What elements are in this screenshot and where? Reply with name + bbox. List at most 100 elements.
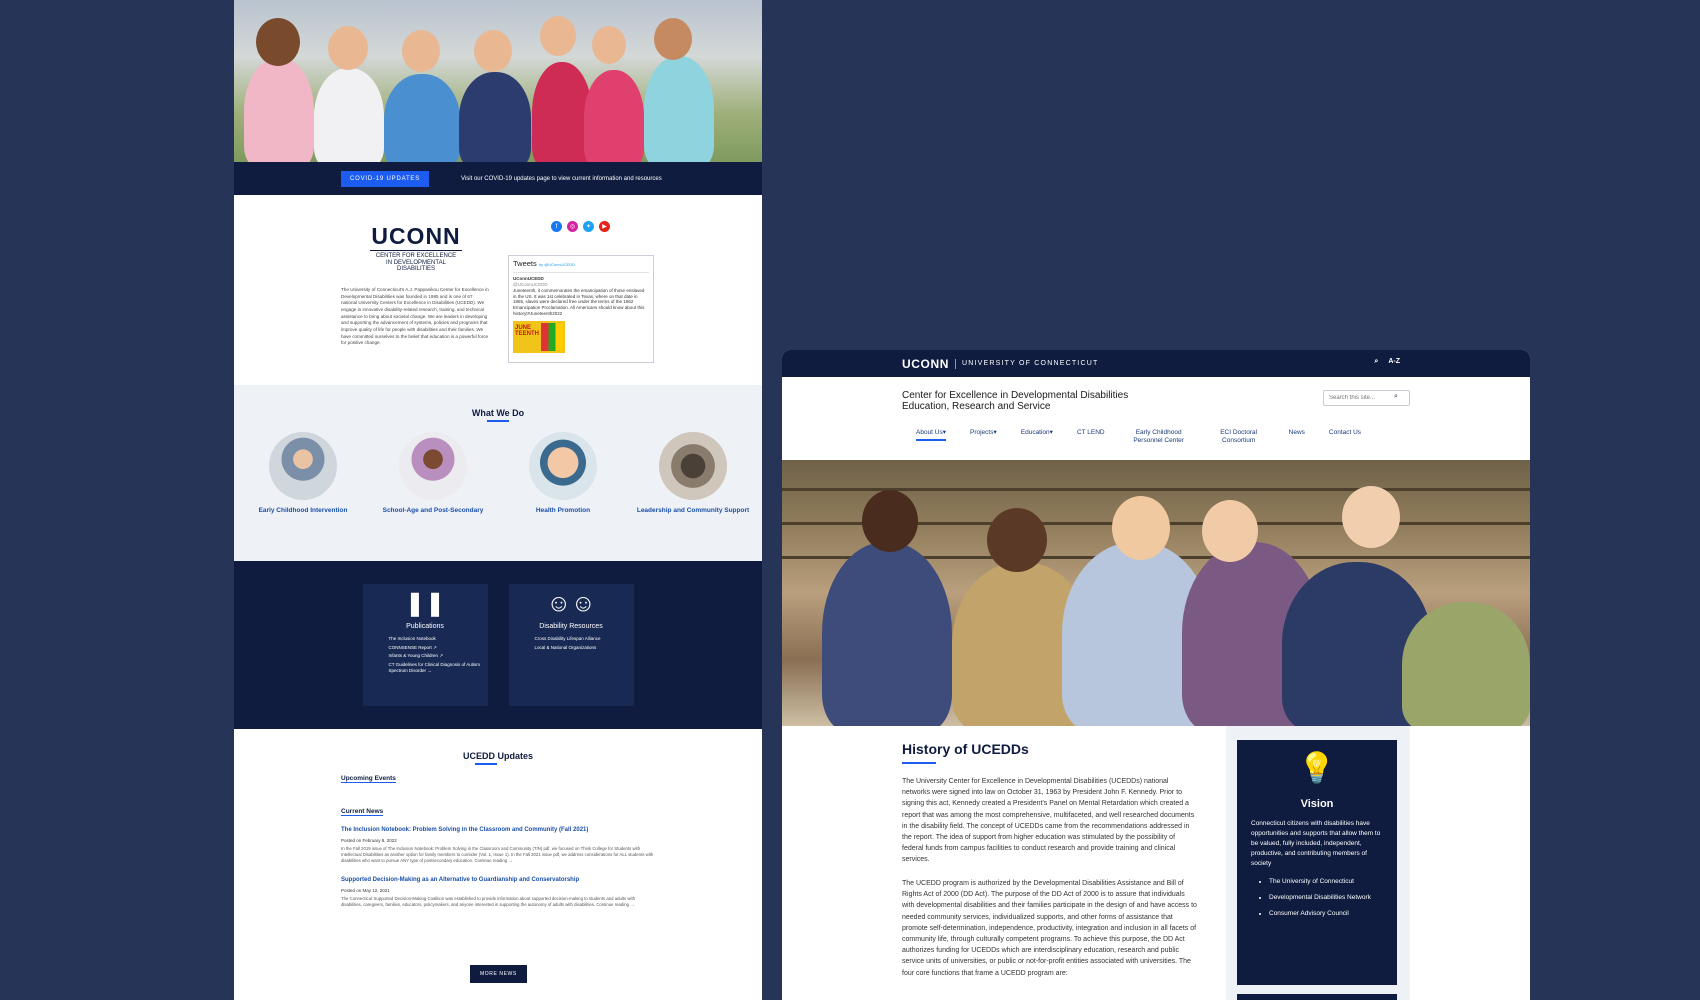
- resources-section: ❚❚ Publications The Inclusion Notebook C…: [234, 561, 762, 729]
- social-links: f ◎ ✦ ▶: [551, 221, 610, 232]
- lightbulb-icon: 💡: [1298, 752, 1336, 785]
- intro-section: UCONN CENTER FOR EXCELLENCE IN DEVELOPME…: [234, 195, 762, 385]
- site-title-line: Center for Excellence in Developmental D…: [902, 390, 1129, 401]
- twitter-feed[interactable]: Tweets by @UConnUCEDD UConnUCEDD @UConnU…: [508, 255, 654, 363]
- news-title-link[interactable]: Supported Decision-Making as an Alternat…: [341, 877, 656, 883]
- nav-news[interactable]: News: [1289, 429, 1305, 437]
- current-news-heading: Current News: [341, 808, 384, 816]
- youtube-icon[interactable]: ▶: [599, 221, 610, 232]
- search-icon[interactable]: ⌕: [1394, 393, 1398, 401]
- page-title: History of UCEDDs: [902, 741, 1029, 757]
- instagram-icon[interactable]: ◎: [567, 221, 578, 232]
- section-title: UCEDD Updates: [462, 751, 533, 761]
- nav-contact-us[interactable]: Contact Us: [1329, 429, 1361, 437]
- title-underline: [902, 762, 936, 764]
- hero-image-children: [234, 0, 762, 162]
- area-label: School-Age and Post-Secondary: [382, 507, 484, 514]
- history-paragraph: The UCEDD program is authorized by the D…: [902, 880, 1197, 977]
- logo-subtitle-line: CENTER FOR EXCELLENCE: [375, 253, 457, 259]
- area-label: Early Childhood Intervention: [258, 507, 348, 514]
- tweet-image: JUNE TEENTH: [513, 320, 565, 353]
- title-underline: [487, 420, 509, 422]
- area-label: Leadership and Community Support: [636, 507, 750, 514]
- main-content: History of UCEDDs The University Center …: [782, 726, 1530, 1000]
- area-photo: [269, 432, 337, 500]
- vision-card: 💡 Vision Connecticut citizens with disab…: [1237, 740, 1397, 985]
- tweets-title: Tweets by @UConnUCEDD: [513, 259, 575, 268]
- area-photo: [529, 432, 597, 500]
- sidebar-card: [1237, 994, 1397, 1000]
- hero-image-library-children: [782, 460, 1530, 726]
- logo-subtitle-line: IN DEVELOPMENTAL: [386, 259, 446, 266]
- area-health-promotion[interactable]: Health Promotion: [501, 432, 626, 515]
- history-paragraph: The University Center for Excellence in …: [902, 778, 1195, 864]
- area-school-age[interactable]: School-Age and Post-Secondary: [371, 432, 496, 515]
- uconn-topbar: UCONN UNIVERSITY OF CONNECTICUT ⌕ A-Z: [782, 350, 1530, 377]
- vision-text: Connecticut citizens with disabilities h…: [1251, 820, 1381, 868]
- updates-section: UCEDD Updates Upcoming Events Current Ne…: [234, 729, 762, 983]
- logo-subtitle: CENTER FOR EXCELLENCE IN DEVELOPMENTAL D…: [370, 250, 462, 273]
- vision-title: Vision: [1300, 798, 1334, 810]
- logo-wordmark: UCONN: [371, 223, 461, 249]
- twitter-icon[interactable]: ✦: [583, 221, 594, 232]
- news-date: Posted on February 8, 2022: [341, 838, 397, 843]
- area-label: Health Promotion: [535, 507, 591, 514]
- disability-resources-card: ☺☺ Disability Resources Cross Disability…: [508, 584, 634, 706]
- resource-link[interactable]: Local & National Organizations: [535, 645, 634, 652]
- nav-about-us[interactable]: About Us▾: [916, 429, 946, 441]
- card-title: Disability Resources: [539, 623, 603, 630]
- search-icon[interactable]: ⌕: [1374, 358, 1378, 366]
- main-nav: About Us▾ Projects▾ Education▾ CT LEND E…: [782, 429, 1530, 460]
- tweet: UConnUCEDD @UConnUCEDD Juneteenth, it co…: [513, 272, 649, 353]
- site-title[interactable]: Center for Excellence in Developmental D…: [902, 390, 1128, 412]
- publication-link[interactable]: Infants & Young Children ↗: [389, 653, 488, 660]
- area-photo: [659, 432, 727, 500]
- site-title-line: Education, Research and Service: [902, 401, 1051, 412]
- site-header: Center for Excellence in Developmental D…: [782, 377, 1530, 429]
- news-excerpt: The Connecticut Supported Decision-Makin…: [341, 895, 636, 907]
- vision-list-item: Consumer Advisory Council: [1269, 909, 1383, 919]
- logo-subtitle-line: DISABILITIES: [396, 266, 435, 273]
- nav-projects[interactable]: Projects▾: [970, 429, 997, 437]
- uconn-cedd-logo[interactable]: UCONN CENTER FOR EXCELLENCE IN DEVELOPME…: [370, 225, 462, 273]
- area-photo: [399, 432, 467, 500]
- area-early-childhood[interactable]: Early Childhood Intervention: [241, 432, 366, 515]
- area-leadership[interactable]: Leadership and Community Support: [631, 432, 756, 515]
- publication-link[interactable]: CONNSENSE Report ↗: [389, 645, 488, 652]
- uconn-wordmark[interactable]: UCONN: [902, 357, 949, 371]
- nav-ct-lend[interactable]: CT LEND: [1077, 429, 1105, 437]
- people-icon: ☺☺: [546, 590, 596, 617]
- news-date: Posted on May 12, 2021: [341, 887, 390, 893]
- about-page-screenshot: UCONN UNIVERSITY OF CONNECTICUT ⌕ A-Z Ce…: [782, 350, 1530, 1000]
- tweet-image-text: JUNE TEENTH: [515, 324, 539, 337]
- covid-banner-text: Visit our COVID-19 updates page to view …: [461, 175, 662, 182]
- card-title: Publications: [406, 623, 444, 630]
- vision-list-item: The University of Connecticut: [1269, 877, 1383, 887]
- section-title: What We Do: [471, 408, 525, 418]
- news-title-link[interactable]: The Inclusion Notebook: Problem Solving …: [341, 827, 656, 833]
- divider: [955, 358, 956, 369]
- tweets-by: by @UConnUCEDD: [538, 262, 575, 267]
- covid-banner: COVID-19 UPDATES Visit our COVID-19 upda…: [234, 162, 762, 195]
- nav-early-childhood[interactable]: Early Childhood Personnel Center: [1129, 429, 1189, 445]
- university-name[interactable]: UNIVERSITY OF CONNECTICUT: [962, 360, 1098, 367]
- nav-education[interactable]: Education▾: [1021, 429, 1053, 437]
- homepage-screenshot: COVID-19 UPDATES Visit our COVID-19 upda…: [234, 0, 762, 1000]
- resource-link[interactable]: Cross Disability Lifespan Alliance: [535, 636, 634, 643]
- facebook-icon[interactable]: f: [551, 221, 562, 232]
- news-excerpt: In the Fall 2019 issue of The Inclusion …: [341, 846, 654, 864]
- intro-paragraph: The University of Connecticut's A.J. Pap…: [341, 287, 489, 346]
- upcoming-events-heading: Upcoming Events: [341, 775, 396, 783]
- publications-card: ❚❚ Publications The Inclusion Notebook C…: [362, 584, 488, 706]
- publication-link[interactable]: The Inclusion Notebook: [389, 636, 488, 643]
- books-icon: ❚❚: [404, 590, 446, 617]
- more-news-button[interactable]: MORE NEWS: [470, 965, 527, 983]
- what-we-do-section: What We Do Early Childhood Intervention …: [234, 385, 762, 561]
- a-z-link[interactable]: A-Z: [1388, 358, 1400, 366]
- title-underline: [475, 763, 497, 765]
- covid-updates-button[interactable]: COVID-19 UPDATES: [341, 170, 430, 187]
- tweet-body: Juneteenth, it commemorates the emancipa…: [513, 287, 645, 317]
- vision-list-item: Developmental Disabilities Network: [1269, 893, 1383, 903]
- nav-eci-doctoral[interactable]: ECI Doctoral Consortium: [1213, 429, 1265, 445]
- publication-link[interactable]: CT Guidelines for Clinical Diagnosis of …: [389, 662, 488, 675]
